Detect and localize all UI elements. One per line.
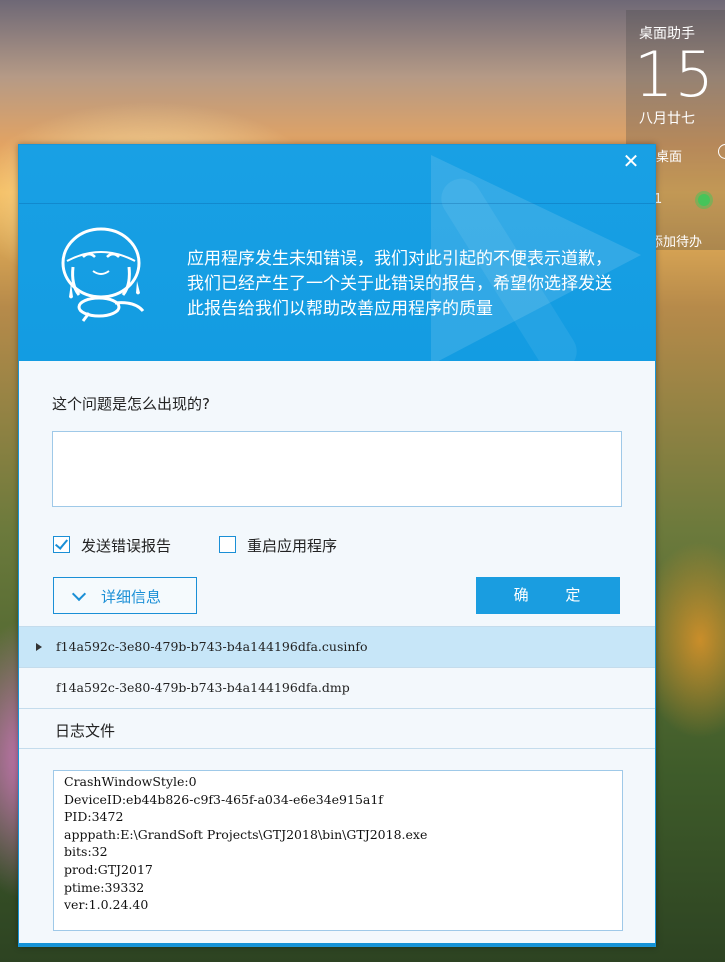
restart-app-label[interactable]: 重启应用程序 [247,535,337,556]
log-line: ptime:39332 [64,879,145,895]
file-row[interactable]: f14a592c-3e80-479b-b743-b4a144196dfa.dmp [19,667,655,708]
ok-button[interactable]: 确 定 [476,577,620,614]
error-report-dialog: ✕ 应用程序发生未知错误，我们对此引起的不便表示道歉，我们已经产生了一个关于此错… [18,144,656,947]
widget-date: 八月廿七 [639,111,695,127]
send-report-checkbox[interactable] [53,536,70,553]
log-line: PID:3472 [64,809,124,825]
file-name: f14a592c-3e80-479b-b743-b4a144196dfa.dmp [56,680,350,695]
caret-right-icon [36,643,42,651]
log-heading-label: 日志文件 [55,722,116,740]
details-button-label: 详细信息 [101,588,162,606]
eye-icon[interactable] [698,194,710,206]
widget-desktop-link[interactable]: 桌面 [656,146,682,165]
log-line: bits:32 [64,844,108,860]
log-line: prod:GTJ2017 [64,861,153,877]
log-line: ver:1.0.24.40 [64,897,149,913]
chevron-down-icon [71,586,87,602]
problem-description-input[interactable] [52,431,622,507]
log-line: CrashWindowStyle:0 [64,774,197,789]
widget-time: 15 [634,38,715,111]
log-line: apppath:E:\GrandSoft Projects\GTJ2018\bi… [64,826,428,842]
dialog-header: ✕ 应用程序发生未知错误，我们对此引起的不便表示道歉，我们已经产生了一个关于此错… [19,145,655,361]
restart-app-checkbox[interactable] [219,536,236,553]
crying-mascot-icon [61,227,145,322]
send-report-label[interactable]: 发送错误报告 [81,535,171,556]
file-name: f14a592c-3e80-479b-b743-b4a144196dfa.cus… [56,639,368,654]
question-label: 这个问题是怎么出现的? [52,395,210,413]
clock-icon[interactable] [718,144,725,159]
widget-add-todo[interactable]: 添加待办 [650,231,702,250]
title-divider [19,203,655,204]
details-button[interactable]: 详细信息 [53,577,197,614]
log-files-heading: 日志文件 [19,708,655,749]
log-content-box[interactable]: CrashWindowStyle:0 DeviceID:eb44b826-c9f… [53,770,623,931]
close-button[interactable]: ✕ [619,149,643,173]
dialog-bottom-border [19,943,655,946]
file-row[interactable]: f14a592c-3e80-479b-b743-b4a144196dfa.cus… [19,626,655,667]
log-line: DeviceID:eb44b826-c9f3-465f-a034-e6e34e9… [64,791,383,807]
error-message: 应用程序发生未知错误，我们对此引起的不便表示道歉，我们已经产生了一个关于此错误的… [187,249,612,319]
